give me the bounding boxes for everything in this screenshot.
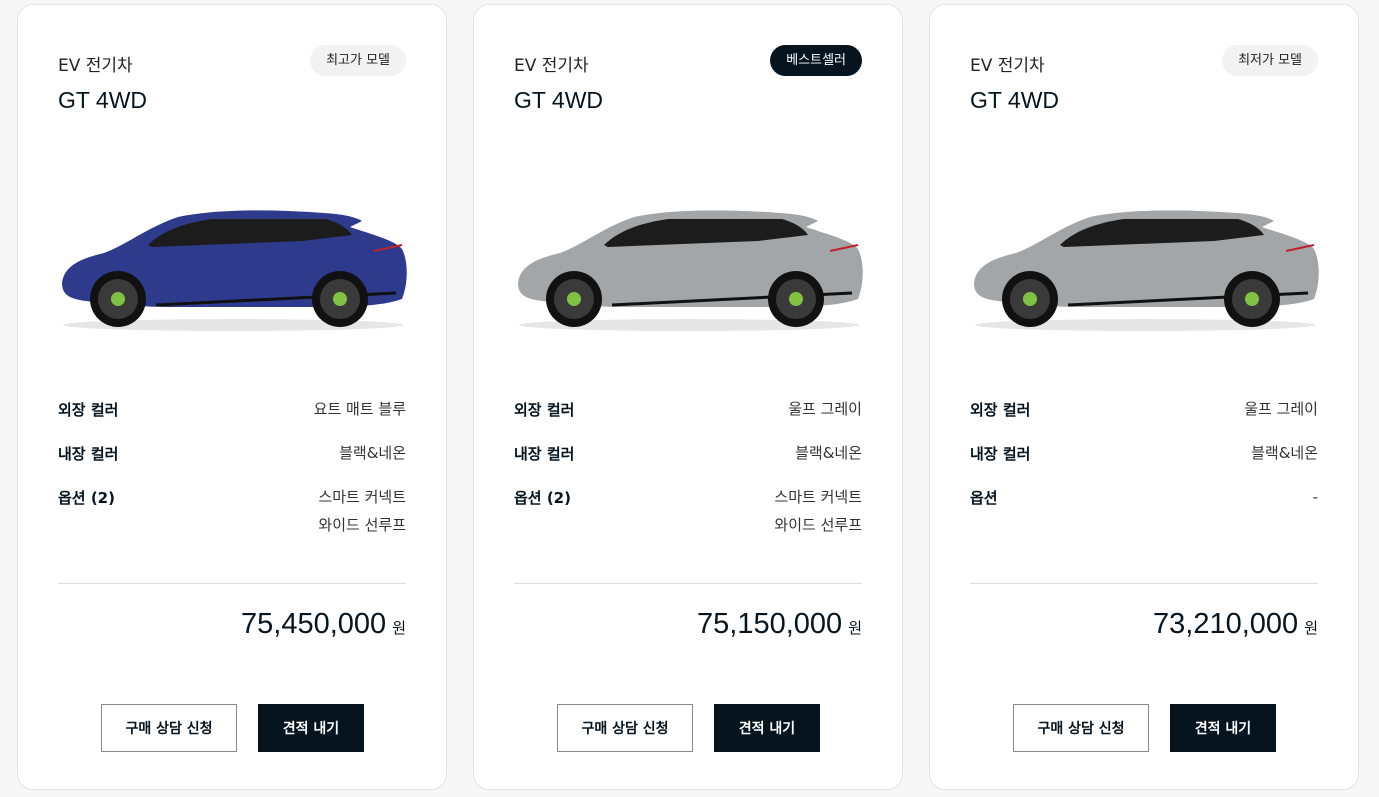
option-item: 와이드 선루프 (774, 516, 862, 534)
price-unit: 원 (392, 619, 406, 637)
interior-color-value: 블랙&네온 (339, 444, 406, 462)
exterior-color-row: 외장 컬러 요트 매트 블루 (58, 399, 406, 427)
interior-color-label: 내장 컬러 (514, 445, 575, 463)
options-row: 옵션 (2) 스마트 커넥트 와이드 선루프 (514, 487, 862, 547)
exterior-color-label: 외장 컬러 (514, 401, 575, 419)
price-row: 75,150,000 원 (697, 608, 862, 641)
trim-card: EV 전기차 GT 4WD 최고가 모델 외장 컬러 요트 매트 블루 내장 컬… (17, 4, 447, 790)
get-quote-button[interactable]: 견적 내기 (258, 704, 364, 752)
option-item: 스마트 커넥트 (774, 488, 862, 506)
price-value: 75,450,000 (241, 608, 387, 640)
badge-bestseller: 베스트셀러 (770, 45, 862, 76)
get-quote-button[interactable]: 견적 내기 (714, 704, 820, 752)
options-label: 옵션 (970, 489, 998, 507)
category-label: EV 전기차 (514, 56, 589, 76)
exterior-color-label: 외장 컬러 (970, 401, 1031, 419)
exterior-color-row: 외장 컬러 울프 그레이 (970, 399, 1318, 427)
badge-lowest-price: 최저가 모델 (1222, 45, 1318, 76)
divider (970, 583, 1318, 584)
options-row: 옵션 (2) 스마트 커넥트 와이드 선루프 (58, 487, 406, 547)
options-value: - (1313, 483, 1318, 511)
exterior-color-value: 요트 매트 블루 (313, 400, 406, 418)
interior-color-row: 내장 컬러 블랙&네온 (970, 443, 1318, 471)
category-label: EV 전기차 (58, 56, 133, 76)
model-name: GT 4WD (58, 87, 148, 113)
category-label: EV 전기차 (970, 56, 1045, 76)
car-image (974, 210, 1319, 331)
interior-color-value: 블랙&네온 (1251, 444, 1318, 462)
car-image (62, 210, 407, 331)
car-image (518, 210, 863, 331)
trim-card: EV 전기차 GT 4WD 베스트셀러 외장 컬러 울프 그레이 내장 컬러 블… (473, 4, 903, 790)
divider (58, 583, 406, 584)
option-item: 스마트 커넥트 (318, 488, 406, 506)
exterior-color-value: 울프 그레이 (788, 400, 862, 418)
price-row: 73,210,000 원 (1153, 608, 1318, 641)
options-value: 스마트 커넥트 와이드 선루프 (318, 483, 406, 539)
options-label: 옵션 (2) (58, 489, 115, 507)
price-row: 75,450,000 원 (241, 608, 406, 641)
purchase-consult-button[interactable]: 구매 상담 신청 (1013, 704, 1149, 752)
model-name: GT 4WD (514, 87, 604, 113)
options-value: 스마트 커넥트 와이드 선루프 (774, 483, 862, 539)
interior-color-row: 내장 컬러 블랙&네온 (58, 443, 406, 471)
purchase-consult-button[interactable]: 구매 상담 신청 (101, 704, 237, 752)
purchase-consult-button[interactable]: 구매 상담 신청 (557, 704, 693, 752)
options-row: 옵션 - (970, 487, 1318, 547)
price-value: 75,150,000 (697, 608, 843, 640)
divider (514, 583, 862, 584)
interior-color-value: 블랙&네온 (795, 444, 862, 462)
get-quote-button[interactable]: 견적 내기 (1170, 704, 1276, 752)
options-label: 옵션 (2) (514, 489, 571, 507)
model-name: GT 4WD (970, 87, 1060, 113)
price-unit: 원 (848, 619, 862, 637)
trim-card: EV 전기차 GT 4WD 최저가 모델 외장 컬러 울프 그레이 내장 컬러 … (929, 4, 1359, 790)
interior-color-row: 내장 컬러 블랙&네온 (514, 443, 862, 471)
interior-color-label: 내장 컬러 (58, 445, 119, 463)
option-item: - (1312, 488, 1318, 506)
price-value: 73,210,000 (1153, 608, 1299, 640)
exterior-color-row: 외장 컬러 울프 그레이 (514, 399, 862, 427)
exterior-color-label: 외장 컬러 (58, 401, 119, 419)
badge-highest-price: 최고가 모델 (310, 45, 406, 76)
interior-color-label: 내장 컬러 (970, 445, 1031, 463)
exterior-color-value: 울프 그레이 (1244, 400, 1318, 418)
option-item: 와이드 선루프 (318, 516, 406, 534)
price-unit: 원 (1304, 619, 1318, 637)
trim-card-list: EV 전기차 GT 4WD 최고가 모델 외장 컬러 요트 매트 블루 내장 컬… (0, 0, 1379, 797)
